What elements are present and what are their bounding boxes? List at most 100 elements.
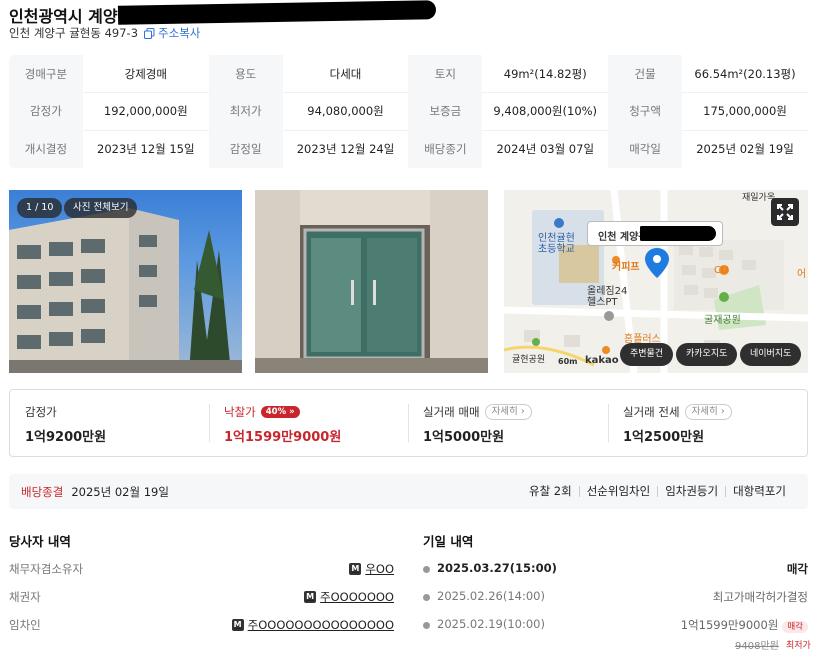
party-name-link[interactable]: M 우OO (349, 561, 394, 577)
min-price-label: 최저가 (786, 641, 811, 651)
history-date: 2025.02.19(10:00) (437, 617, 545, 631)
info-value: 94,080,000원 (282, 92, 409, 131)
page-title: 인천광역시 계양구 (9, 7, 133, 26)
info-value: 2023년 12월 24일 (282, 130, 409, 168)
address-line: 인천 계양구 귤현동 497-3 주소복사 (9, 25, 200, 41)
history-row: 2025.02.19(10:00) 1억1599만9000원 매각 (423, 617, 808, 637)
address-text: 인천 계양구 귤현동 497-3 (9, 26, 139, 40)
parties-title: 당사자 내역 (9, 534, 71, 549)
info-key: 배당종기 (424, 142, 467, 157)
history-row: 2025.02.26(14:00) 최고가매각허가결정 (423, 589, 808, 609)
info-value: 2025년 02월 19일 (682, 130, 808, 168)
real-lease-detail-button[interactable]: 자세히 › (684, 404, 732, 420)
price-real-lease: 실거래 전세 자세히 › 1억2500만원 (623, 404, 732, 445)
price-label: 낙찰가 (224, 405, 256, 419)
info-value: 9,408,000원(10%) (482, 92, 609, 131)
history-date: 2025.03.27(15:00) (437, 561, 557, 575)
timeline-dot (423, 622, 430, 629)
price-label: 감정가 (25, 405, 57, 419)
price-value: 1억1599만9000원 (224, 430, 342, 445)
member-icon: M (231, 619, 244, 631)
price-winning-bid: 낙찰가 40% » 1억1599만9000원 (224, 404, 341, 445)
info-key: 개시결정 (24, 142, 68, 157)
info-key: 매각일 (629, 142, 661, 157)
map-scale: 60m (558, 357, 578, 366)
price-value: 1억2500만원 (623, 430, 705, 445)
expand-map-button[interactable] (771, 198, 799, 226)
auction-status-bar: 배당종결 2025년 02월 19일 유찰 2회 선순위임차인 임차권등기 대항… (9, 474, 808, 509)
map-label-edge: 어 (797, 269, 807, 280)
info-key: 경매구분 (24, 66, 68, 81)
info-value: 66.54m²(20.13평) (682, 55, 808, 94)
map-label-gym: 올레짐24 헬스PT (587, 286, 628, 308)
party-role: 채무자겸소유자 (9, 562, 84, 576)
view-all-photos-button[interactable]: 사진 전체보기 (64, 198, 138, 218)
party-row: 임차인 M 주OOOOOOOOOOOOOOO (9, 617, 394, 637)
status-state: 배당종결 (21, 484, 64, 499)
info-key: 용도 (235, 66, 257, 81)
party-name-link[interactable]: M 주OOOOOOOOOOOOOOO (231, 617, 394, 633)
info-value: 강제경매 (82, 55, 209, 94)
history-title: 기일 내역 (423, 534, 474, 549)
info-key: 청구액 (629, 104, 661, 119)
status-date: 2025년 02월 19일 (71, 484, 169, 499)
popup-redaction (640, 226, 716, 241)
price-value: 1억5000만원 (423, 430, 505, 445)
map-label-park2: 귤현공원 (512, 355, 546, 365)
history-row: 2025.03.27(15:00) 매각 (423, 561, 808, 581)
price-value: 1억9200만원 (25, 430, 107, 445)
previous-min-price: 9408만원 (735, 641, 779, 652)
info-value: 192,000,000원 (82, 92, 209, 131)
party-row: 채권자 M 주OOOOOOO (9, 589, 394, 609)
copy-address-button[interactable]: 주소복사 (144, 25, 200, 41)
member-icon: M (304, 591, 317, 603)
info-key: 토지 (434, 66, 456, 81)
sold-tag: 매각 (782, 621, 808, 633)
status-tag: 대항력포기 (733, 484, 786, 498)
copy-address-label: 주소복사 (158, 26, 201, 40)
price-label: 실거래 전세 (623, 405, 680, 419)
expand-icon (777, 204, 793, 220)
party-role: 임차인 (9, 618, 41, 632)
entrance-photo[interactable] (255, 190, 488, 373)
history-result: 최고가매각허가결정 (712, 590, 808, 604)
map-label-park: 굴재공원 (704, 315, 741, 326)
party-row: 채무자겸소유자 M 우OO (9, 561, 394, 581)
price-label: 실거래 매매 (423, 405, 480, 419)
info-value: 49m²(14.82평) (482, 55, 609, 94)
info-value: 2024년 03월 07일 (482, 130, 609, 168)
history-result: 1억1599만9000원 매각 (681, 617, 808, 633)
auction-info-table: 경매구분 강제경매 용도 다세대 토지 49m²(14.82평) 건물 66.5… (9, 55, 808, 168)
info-key: 감정일 (229, 142, 262, 157)
nearby-items-button[interactable]: 주변물건 (620, 343, 674, 366)
info-key: 건물 (634, 66, 656, 81)
map-brand: kakao (585, 355, 619, 366)
status-tags: 유찰 2회 선순위임차인 임차권등기 대항력포기 (522, 484, 796, 498)
price-appraisal: 감정가 1억9200만원 (25, 404, 106, 445)
member-icon: M (349, 563, 362, 575)
copy-icon (144, 27, 155, 39)
real-sale-detail-button[interactable]: 자세히 › (484, 404, 532, 420)
info-value: 다세대 (282, 55, 409, 94)
info-key: 감정가 (30, 104, 62, 119)
timeline-dot (423, 594, 430, 601)
map-label-cafe: 커피프 (612, 262, 640, 273)
history-result: 매각 (786, 562, 808, 576)
status-tag: 유찰 2회 (522, 485, 580, 497)
info-key: 보증금 (429, 104, 462, 119)
photo-counter: 1 / 10 (17, 198, 63, 218)
naver-map-button[interactable]: 네이버지도 (740, 343, 802, 366)
info-key: 최저가 (229, 104, 262, 119)
map-label-cu: CU (714, 265, 729, 276)
history-date: 2025.02.26(14:00) (437, 589, 545, 603)
timeline-dot (423, 566, 430, 573)
price-summary: 감정가 1억9200만원 낙찰가 40% » 1억1599만9000원 실거래 … (9, 389, 808, 457)
map-label-school: 인천귤현 초등학교 (538, 233, 575, 255)
bid-rate-badge: 40% » (260, 406, 300, 418)
info-value: 175,000,000원 (682, 92, 808, 131)
status-tag: 임차권등기 (658, 485, 727, 497)
redaction-bar (117, 0, 437, 25)
price-real-sale: 실거래 매매 자세히 › 1억5000만원 (423, 404, 532, 445)
party-name-link[interactable]: M 주OOOOOOO (304, 589, 394, 605)
kakao-map-button[interactable]: 카카오지도 (676, 343, 738, 366)
